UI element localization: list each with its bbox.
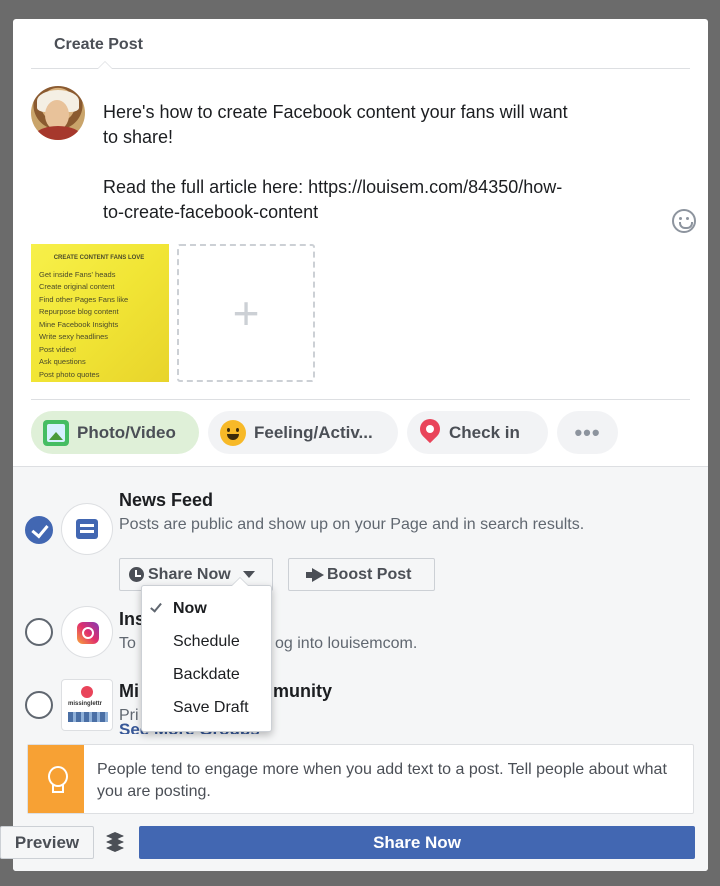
smiley-icon: [220, 419, 246, 446]
menu-item-label: Backdate: [173, 666, 240, 683]
clock-icon: [129, 567, 144, 582]
menu-item-schedule[interactable]: Schedule: [142, 627, 271, 657]
feeling-activity-button[interactable]: Feeling/Activ...: [208, 411, 398, 454]
tip-banner: People tend to engage more when you add …: [27, 744, 694, 814]
location-pin-icon: [419, 419, 441, 447]
boost-post-label: Boost Post: [327, 565, 412, 583]
group-checkbox[interactable]: [25, 691, 53, 719]
boost-post-button[interactable]: Boost Post: [288, 558, 435, 591]
emoji-icon[interactable]: [672, 209, 696, 233]
more-options-button[interactable]: •••: [557, 411, 618, 454]
dialog-title: Create Post: [54, 36, 143, 53]
attached-image-thumbnail[interactable]: CREATE CONTENT FANS LOVE Get inside Fans…: [31, 244, 169, 382]
instagram-icon: [61, 606, 113, 658]
menu-item-save-draft[interactable]: Save Draft: [142, 693, 271, 723]
photo-video-button[interactable]: Photo/Video: [31, 411, 199, 454]
preview-button[interactable]: Preview: [0, 826, 94, 859]
feeling-label: Feeling/Activ...: [254, 422, 373, 442]
group-avatar: missinglettr: [61, 679, 113, 731]
post-text-input[interactable]: Here's how to create Facebook content yo…: [103, 100, 663, 225]
layers-icon[interactable]: [102, 828, 130, 856]
distribution-panel: News Feed Posts are public and show up o…: [13, 466, 708, 871]
tip-text: People tend to engage more when you add …: [97, 761, 667, 800]
check-in-label: Check in: [449, 422, 520, 442]
photo-video-label: Photo/Video: [77, 422, 176, 442]
instagram-subtitle-tail: og into louisemcom.: [275, 635, 418, 652]
create-post-dialog: Create Post Here's how to create Faceboo…: [13, 19, 708, 871]
instagram-subtitle: To: [119, 635, 136, 652]
news-feed-subtitle: Posts are public and show up on your Pag…: [119, 516, 585, 533]
menu-item-label: Now: [173, 600, 207, 617]
menu-item-now[interactable]: Now: [142, 594, 271, 624]
add-photo-button[interactable]: +: [177, 244, 315, 382]
megaphone-icon: [306, 568, 324, 582]
check-in-button[interactable]: Check in: [407, 411, 548, 454]
share-now-button[interactable]: Share Now: [139, 826, 695, 859]
news-feed-checkbox[interactable]: [25, 516, 53, 544]
avatar: [31, 86, 85, 140]
group-title-tail: munity: [273, 681, 333, 701]
menu-item-backdate[interactable]: Backdate: [142, 660, 271, 690]
instagram-checkbox[interactable]: [25, 618, 53, 646]
dialog-header: Create Post: [31, 19, 690, 69]
photo-icon: [43, 419, 69, 446]
header-tab-indicator: [97, 61, 113, 69]
group-title: Mi: [119, 681, 139, 701]
divider: [31, 399, 690, 400]
checkmark-icon: [150, 600, 162, 613]
menu-item-label: Save Draft: [173, 699, 249, 716]
news-feed-title: News Feed: [119, 490, 214, 510]
share-timing-menu: Now Schedule Backdate Save Draft: [141, 577, 272, 732]
menu-item-label: Schedule: [173, 633, 240, 650]
share-now-dropdown-label: Share Now: [148, 565, 231, 583]
news-feed-icon: [61, 503, 113, 555]
thumbnail-text: CREATE CONTENT FANS LOVE Get inside Fans…: [39, 255, 145, 379]
lightbulb-icon: [28, 745, 84, 813]
